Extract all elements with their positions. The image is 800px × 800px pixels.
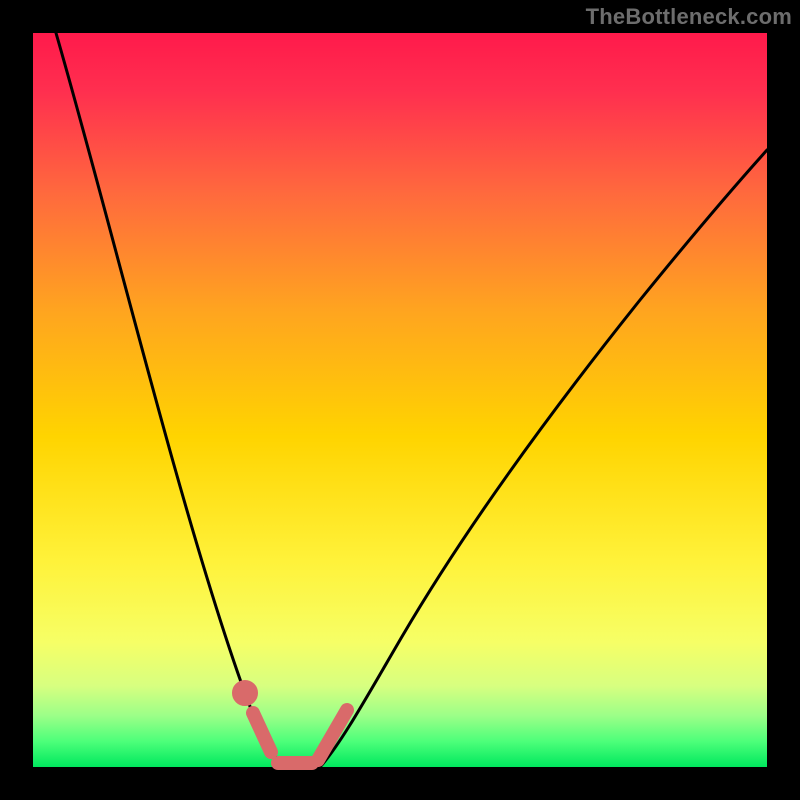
watermark-text: TheBottleneck.com [586,4,792,30]
plot-background [33,33,767,767]
chart-container: TheBottleneck.com [0,0,800,800]
chart-svg [0,0,800,800]
